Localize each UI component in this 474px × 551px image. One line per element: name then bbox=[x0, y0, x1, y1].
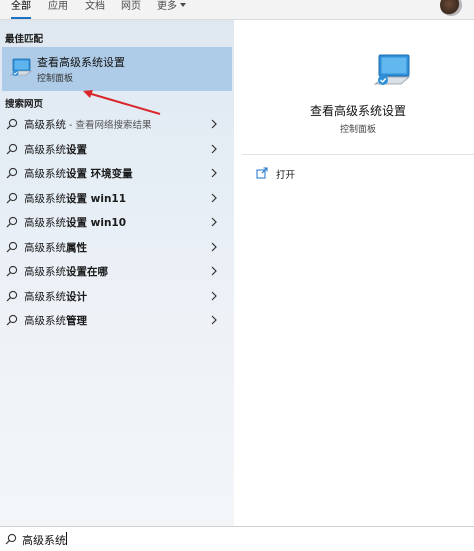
suggestion-prefix: 高级系统 bbox=[24, 192, 66, 205]
web-suggestion-text: 高级系统设置在哪 bbox=[24, 264, 108, 279]
chevron-right-icon[interactable] bbox=[211, 315, 217, 325]
suggestion-prefix: 高级系统 bbox=[24, 119, 66, 131]
chevron-right-icon[interactable] bbox=[211, 193, 217, 203]
monitor-check-icon bbox=[373, 54, 411, 85]
chevron-right-icon[interactable] bbox=[211, 266, 217, 276]
search-icon bbox=[6, 167, 18, 179]
search-icon bbox=[6, 290, 18, 301]
search-box[interactable]: 高级系统 bbox=[0, 526, 474, 551]
web-suggestion-text: 高级系统设置 win10 bbox=[24, 215, 126, 230]
divider bbox=[242, 154, 474, 155]
search-icon bbox=[6, 314, 18, 326]
search-icon bbox=[6, 143, 18, 154]
preview-title: 查看高级系统设置 bbox=[309, 104, 406, 118]
chevron-right-icon[interactable] bbox=[211, 217, 217, 227]
web-suggestion-item[interactable]: 高级系统设置 win10 bbox=[0, 210, 234, 234]
tab-web[interactable]: 网页 bbox=[121, 0, 141, 19]
monitor-check-icon bbox=[10, 58, 32, 76]
suggestion-completion: 管理 bbox=[66, 315, 87, 327]
suggestion-prefix: 高级系统 bbox=[24, 266, 66, 278]
web-suggestion-text: 高级系统 - 查看网络搜索结果 bbox=[24, 117, 151, 132]
web-suggestion-text: 高级系统设计 bbox=[24, 289, 87, 304]
tab-documents[interactable]: 文档 bbox=[85, 0, 105, 19]
results-pane: 最佳匹配 查看高级系统设置 控制面板 搜索网页 高级系统 - 查看网络搜索结果高… bbox=[0, 20, 234, 526]
search-icon bbox=[6, 216, 18, 228]
search-icon bbox=[6, 192, 18, 203]
web-suggestion-text: 高级系统设置 环境变量 bbox=[24, 166, 133, 181]
suggestion-completion: 属性 bbox=[66, 241, 87, 254]
tab-all[interactable]: 全部 bbox=[11, 0, 31, 19]
web-suggestion-item[interactable]: 高级系统设置 环境变量 bbox=[0, 161, 234, 185]
best-match-subtitle: 控制面板 bbox=[37, 74, 74, 84]
best-match-item[interactable]: 查看高级系统设置 控制面板 bbox=[2, 47, 232, 91]
chevron-down-icon bbox=[180, 3, 186, 7]
suggestion-prefix: 高级系统 bbox=[24, 315, 66, 327]
web-suggestion-item[interactable]: 高级系统设置 bbox=[0, 137, 234, 161]
web-suggestion-text: 高级系统管理 bbox=[24, 313, 87, 328]
web-suggestion-item[interactable]: 高级系统属性 bbox=[0, 235, 234, 259]
open-action-label: 打开 bbox=[276, 170, 296, 181]
web-suggestion-text: 高级系统属性 bbox=[24, 240, 87, 255]
chevron-right-icon[interactable] bbox=[211, 242, 217, 252]
search-scope-tabs: 全部 应用 文档 网页 更多 bbox=[0, 0, 474, 20]
web-suggestion-text: 高级系统设置 win11 bbox=[24, 191, 126, 206]
suggestion-prefix: 高级系统 bbox=[24, 168, 66, 180]
tab-more[interactable]: 更多 bbox=[157, 0, 186, 19]
web-suggestion-text: 高级系统设置 bbox=[24, 142, 87, 157]
search-icon bbox=[6, 241, 18, 252]
best-match-title: 查看高级系统设置 bbox=[37, 56, 125, 69]
suggestion-completion: 设置 win10 bbox=[66, 217, 127, 229]
suggestion-prefix: 高级系统 bbox=[24, 290, 66, 303]
best-match-heading: 最佳匹配 bbox=[5, 34, 44, 45]
web-suggestion-item[interactable]: 高级系统设计 bbox=[0, 284, 234, 308]
tab-apps[interactable]: 应用 bbox=[48, 0, 68, 19]
web-suggestion-item[interactable]: 高级系统管理 bbox=[0, 308, 234, 332]
text-cursor bbox=[66, 532, 67, 545]
suggestion-completion: 设计 bbox=[66, 290, 87, 303]
open-action[interactable]: 打开 bbox=[256, 167, 376, 183]
web-suggestion-item[interactable]: 高级系统 - 查看网络搜索结果 bbox=[0, 112, 234, 136]
chevron-right-icon[interactable] bbox=[211, 291, 217, 301]
chevron-right-icon[interactable] bbox=[211, 144, 217, 154]
search-icon bbox=[5, 533, 17, 545]
search-icon bbox=[6, 265, 18, 277]
web-search-heading: 搜索网页 bbox=[5, 99, 44, 110]
suggestion-hint: - 查看网络搜索结果 bbox=[66, 120, 152, 131]
suggestion-completion: 设置 环境变量 bbox=[66, 168, 133, 180]
web-suggestion-item[interactable]: 高级系统设置 win11 bbox=[0, 186, 234, 210]
chevron-right-icon[interactable] bbox=[211, 168, 217, 178]
suggestion-completion: 设置 bbox=[66, 143, 87, 156]
suggestion-completion: 设置在哪 bbox=[66, 266, 108, 278]
suggestion-prefix: 高级系统 bbox=[24, 241, 66, 254]
open-icon bbox=[256, 167, 268, 179]
suggestion-prefix: 高级系统 bbox=[24, 143, 66, 156]
search-input[interactable]: 高级系统 bbox=[22, 532, 66, 548]
web-suggestion-item[interactable]: 高级系统设置在哪 bbox=[0, 259, 234, 283]
preview-subtitle: 控制面板 bbox=[339, 125, 376, 135]
avatar[interactable] bbox=[440, 0, 462, 16]
suggestion-completion: 设置 win11 bbox=[66, 192, 127, 205]
search-icon bbox=[6, 118, 18, 130]
chevron-right-icon[interactable] bbox=[211, 119, 217, 129]
preview-pane: 查看高级系统设置 控制面板 打开 bbox=[242, 30, 474, 523]
suggestion-prefix: 高级系统 bbox=[24, 217, 66, 229]
tab-more-label: 更多 bbox=[157, 1, 177, 12]
